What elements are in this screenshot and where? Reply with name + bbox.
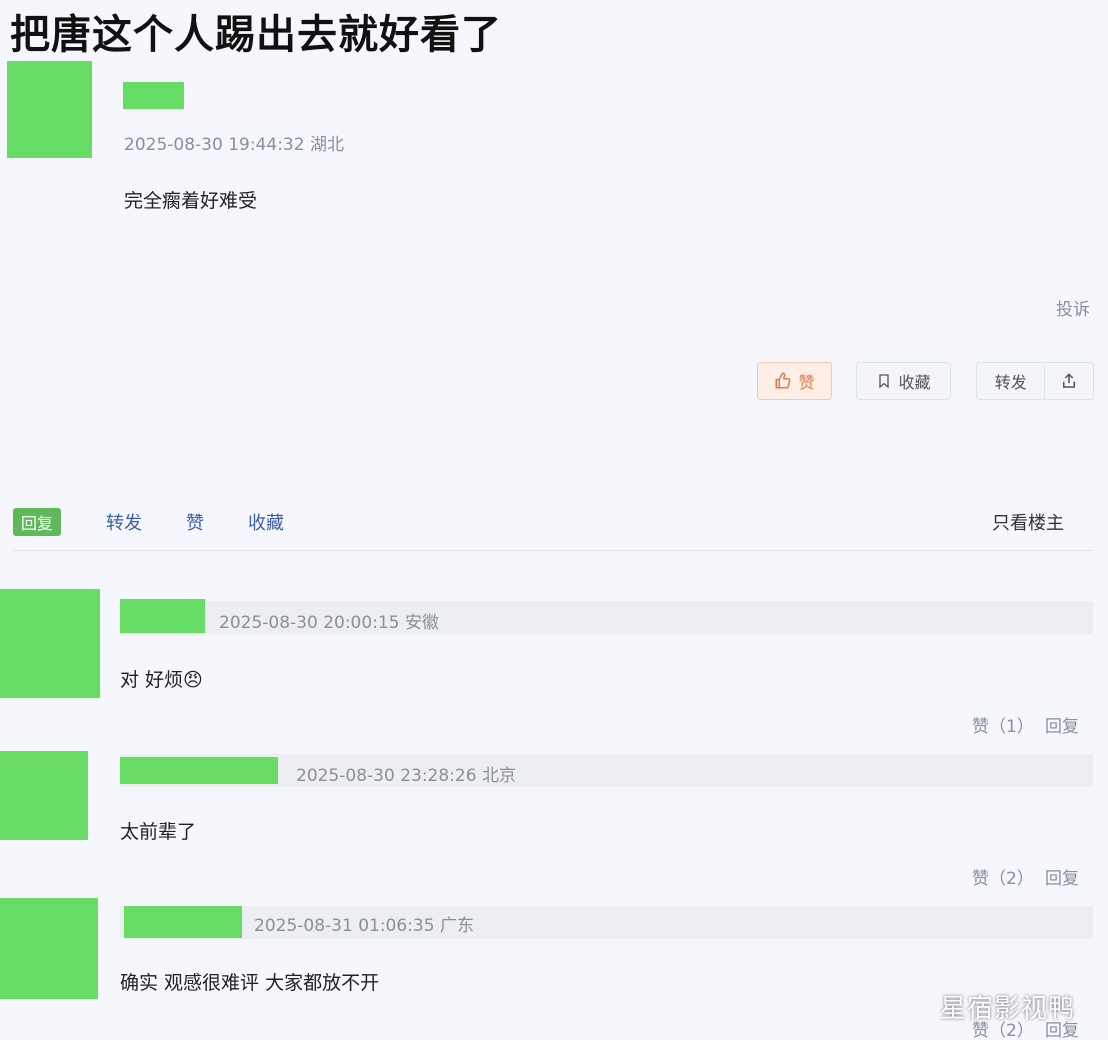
avatar[interactable] — [0, 898, 98, 999]
tab-reply[interactable]: 回复 — [13, 508, 62, 536]
username-redacted[interactable] — [120, 599, 205, 633]
like-label: 赞 — [798, 373, 815, 392]
reply-like-button[interactable]: 赞（2） — [972, 864, 1034, 889]
reply-reply-button[interactable]: 回复 — [1045, 864, 1079, 889]
avatar[interactable] — [0, 589, 100, 698]
tab-like[interactable]: 赞 — [186, 509, 204, 535]
reply-timestamp: 2025-08-31 01:06:35 广东 — [254, 916, 474, 936]
reply-content: 确实 观感很难评 大家都放不开 — [120, 972, 380, 994]
thumbs-up-icon — [775, 372, 791, 389]
forward-button[interactable]: 转发 — [977, 369, 1044, 393]
only-op-link[interactable]: 只看楼主 — [992, 509, 1064, 535]
divider — [13, 550, 1093, 551]
like-button[interactable]: 赞 — [757, 362, 832, 400]
username-redacted[interactable] — [123, 82, 184, 109]
page-title: 把唐这个人踢出去就好看了 — [10, 12, 502, 58]
share-icon — [1063, 373, 1076, 388]
forward-group: 转发 — [976, 362, 1094, 400]
reply-timestamp: 2025-08-30 20:00:15 安徽 — [219, 613, 439, 633]
favorite-button[interactable]: 收藏 — [856, 362, 951, 400]
reply-content: 对 好烦😠 — [120, 669, 203, 691]
bookmark-icon — [879, 374, 890, 389]
avatar[interactable] — [0, 751, 88, 840]
report-link[interactable]: 投诉 — [1056, 295, 1090, 320]
post-content: 完全瘸着好难受 — [124, 190, 258, 212]
reply-reply-button[interactable]: 回复 — [1045, 712, 1079, 737]
favorite-label: 收藏 — [898, 373, 931, 392]
username-redacted[interactable] — [124, 906, 242, 938]
username-redacted[interactable] — [120, 757, 278, 784]
tab-favorite[interactable]: 收藏 — [248, 509, 284, 535]
share-button[interactable] — [1045, 372, 1093, 390]
watermark: 星宿影视鸭 — [940, 994, 1076, 1024]
reply-timestamp: 2025-08-30 23:28:26 北京 — [296, 766, 516, 786]
post-timestamp: 2025-08-30 19:44:32 湖北 — [124, 135, 344, 155]
tab-forward[interactable]: 转发 — [106, 509, 142, 535]
reply-like-button[interactable]: 赞（1） — [972, 712, 1034, 737]
avatar[interactable] — [7, 61, 92, 158]
reply-content: 太前辈了 — [120, 821, 197, 843]
